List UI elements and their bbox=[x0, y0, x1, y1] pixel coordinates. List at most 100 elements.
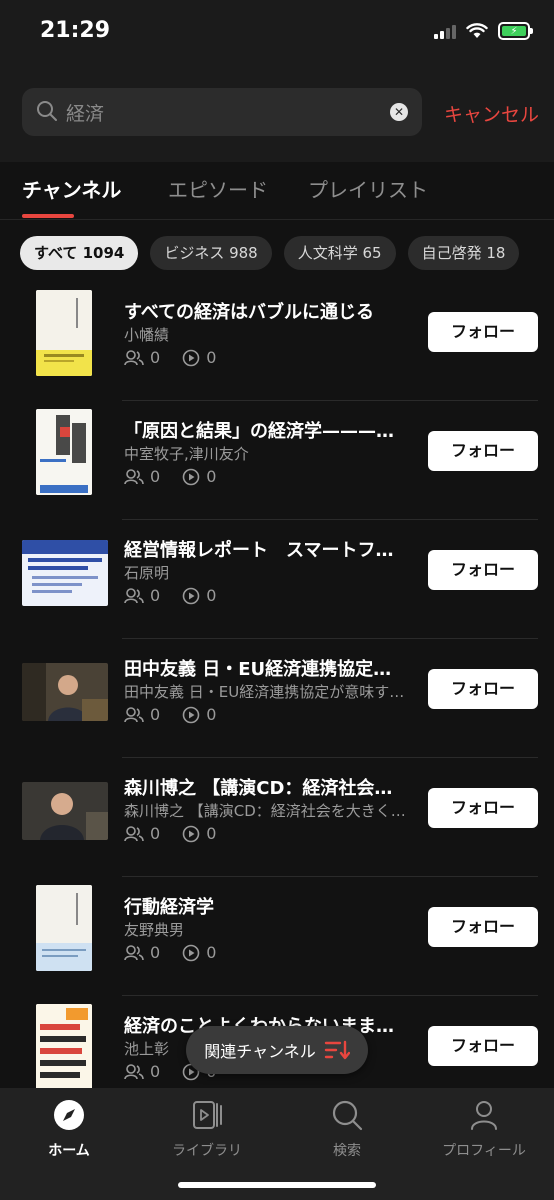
play-count-icon bbox=[182, 706, 200, 723]
followers-icon bbox=[124, 706, 144, 722]
play-count: 0 bbox=[206, 586, 217, 605]
profile-icon bbox=[471, 1101, 497, 1130]
follow-button[interactable]: フォロー bbox=[428, 669, 538, 709]
channel-stats: 0 0 bbox=[124, 705, 230, 724]
home-indicator bbox=[178, 1182, 376, 1188]
clear-icon[interactable]: ✕ bbox=[390, 103, 408, 121]
channel-author: 石原明 bbox=[124, 564, 170, 582]
follow-button[interactable]: フォロー bbox=[428, 312, 538, 352]
channel-title: すべての経済はバブルに通じる bbox=[124, 302, 375, 323]
play-count-icon bbox=[182, 944, 200, 961]
play-count-icon bbox=[182, 349, 200, 366]
channel-author: 森川博之 【講演CD：経済社会を大きく… bbox=[124, 802, 406, 820]
status-time: 21:29 bbox=[40, 18, 111, 43]
channel-author: 中室牧子,津川友介 bbox=[124, 445, 249, 463]
followers-count: 0 bbox=[150, 943, 161, 962]
tab-episodes[interactable]: エピソード bbox=[168, 174, 268, 203]
followers-count: 0 bbox=[150, 586, 161, 605]
compass-icon bbox=[54, 1100, 84, 1130]
tab-channels[interactable]: チャンネル bbox=[22, 174, 121, 203]
chip-all[interactable]: すべて 1094 bbox=[20, 236, 139, 270]
channel-title: 田中友義 日・EU経済連携協定… bbox=[124, 659, 392, 680]
search-header: 経済 ✕ キャンセル bbox=[0, 62, 554, 162]
chip-humanities[interactable]: 人文科学 65 bbox=[283, 236, 396, 270]
followers-count: 0 bbox=[150, 705, 161, 724]
play-count: 0 bbox=[206, 348, 217, 367]
nav-search[interactable]: 検索 bbox=[287, 1098, 407, 1160]
play-count-icon bbox=[182, 468, 200, 485]
followers-icon bbox=[124, 1063, 144, 1079]
library-icon bbox=[193, 1101, 222, 1129]
play-count-icon bbox=[182, 825, 200, 842]
related-channels-button[interactable]: 関連チャンネル bbox=[186, 1026, 368, 1074]
chip-business[interactable]: ビジネス 988 bbox=[150, 236, 272, 270]
channel-stats: 0 0 bbox=[124, 348, 230, 367]
search-icon bbox=[332, 1100, 363, 1131]
list-item[interactable]: すべての経済はバブルに通じる 小幡績 0 0 フォロー bbox=[0, 282, 554, 401]
followers-count: 0 bbox=[150, 1062, 161, 1081]
play-count: 0 bbox=[206, 467, 217, 486]
channel-title: 森川博之 【講演CD：経済社会… bbox=[124, 778, 393, 799]
channel-stats: 0 0 bbox=[124, 467, 230, 486]
channel-author: 友野典男 bbox=[124, 921, 185, 939]
channel-stats: 0 0 bbox=[124, 943, 230, 962]
channel-title: 「原因と結果」の経済学———… bbox=[124, 421, 394, 442]
status-icons: ⚡ bbox=[434, 22, 533, 40]
channel-title: 経営情報レポート スマートフ… bbox=[124, 540, 394, 561]
followers-count: 0 bbox=[150, 824, 161, 843]
list-item[interactable]: 経営情報レポート スマートフ… 石原明 0 0 フォロー bbox=[0, 520, 554, 639]
channel-thumbnail bbox=[22, 782, 108, 840]
nav-search-label: 検索 bbox=[333, 1143, 361, 1159]
follow-button[interactable]: フォロー bbox=[428, 1026, 538, 1066]
status-bar: 21:29 ⚡ bbox=[0, 0, 554, 62]
channel-stats: 0 0 bbox=[124, 586, 230, 605]
channel-thumbnail bbox=[36, 409, 92, 495]
nav-profile[interactable]: プロフィール bbox=[424, 1098, 544, 1160]
channel-thumbnail bbox=[36, 885, 92, 971]
follow-button[interactable]: フォロー bbox=[428, 788, 538, 828]
channel-stats: 0 0 bbox=[124, 824, 230, 843]
nav-home[interactable]: ホーム bbox=[9, 1098, 129, 1160]
nav-library-label: ライブラリ bbox=[172, 1143, 242, 1159]
followers-icon bbox=[124, 944, 144, 960]
play-count: 0 bbox=[206, 943, 217, 962]
sort-icon bbox=[324, 1040, 350, 1060]
wifi-icon bbox=[466, 23, 488, 38]
search-icon bbox=[37, 101, 57, 121]
followers-icon bbox=[124, 825, 144, 841]
followers-icon bbox=[124, 468, 144, 484]
channel-thumbnail bbox=[22, 663, 108, 721]
follow-button[interactable]: フォロー bbox=[428, 907, 538, 947]
search-input[interactable]: 経済 ✕ bbox=[22, 88, 422, 136]
follow-button[interactable]: フォロー bbox=[428, 550, 538, 590]
tab-playlists[interactable]: プレイリスト bbox=[308, 174, 428, 203]
followers-count: 0 bbox=[150, 348, 161, 367]
list-item[interactable]: 森川博之 【講演CD：経済社会… 森川博之 【講演CD：経済社会を大きく… 0 … bbox=[0, 758, 554, 877]
battery-icon: ⚡ bbox=[498, 22, 533, 40]
nav-library[interactable]: ライブラリ bbox=[147, 1098, 267, 1160]
nav-home-label: ホーム bbox=[48, 1143, 90, 1159]
followers-icon bbox=[124, 349, 144, 365]
play-count-icon bbox=[182, 587, 200, 604]
list-item[interactable]: 行動経済学 友野典男 0 0 フォロー bbox=[0, 877, 554, 996]
search-query: 経済 bbox=[66, 103, 105, 125]
filter-chips: すべて 1094 ビジネス 988 人文科学 65 自己啓発 18 bbox=[20, 236, 520, 270]
list-item[interactable]: 「原因と結果」の経済学———… 中室牧子,津川友介 0 0 フォロー bbox=[0, 401, 554, 520]
list-item[interactable]: 田中友義 日・EU経済連携協定… 田中友義 日・EU経済連携協定が意味す… 0 … bbox=[0, 639, 554, 758]
cancel-button[interactable]: キャンセル bbox=[444, 100, 539, 127]
channel-title: 行動経済学 bbox=[124, 897, 214, 918]
channel-thumbnail bbox=[22, 540, 108, 606]
channel-author: 小幡績 bbox=[124, 326, 170, 344]
play-count: 0 bbox=[206, 705, 217, 724]
channel-thumbnail bbox=[36, 1004, 92, 1090]
follow-button[interactable]: フォロー bbox=[428, 431, 538, 471]
tab-indicator bbox=[22, 214, 74, 218]
channel-list: すべての経済はバブルに通じる 小幡績 0 0 フォロー 「原因と結果」の経済学—… bbox=[0, 282, 554, 1115]
nav-profile-label: プロフィール bbox=[442, 1143, 526, 1159]
channel-thumbnail bbox=[36, 290, 92, 376]
play-count: 0 bbox=[206, 824, 217, 843]
chip-self-help[interactable]: 自己啓発 18 bbox=[407, 236, 520, 270]
related-channels-label: 関連チャンネル bbox=[204, 1042, 316, 1061]
followers-count: 0 bbox=[150, 467, 161, 486]
channel-author: 田中友義 日・EU経済連携協定が意味す… bbox=[124, 683, 405, 701]
